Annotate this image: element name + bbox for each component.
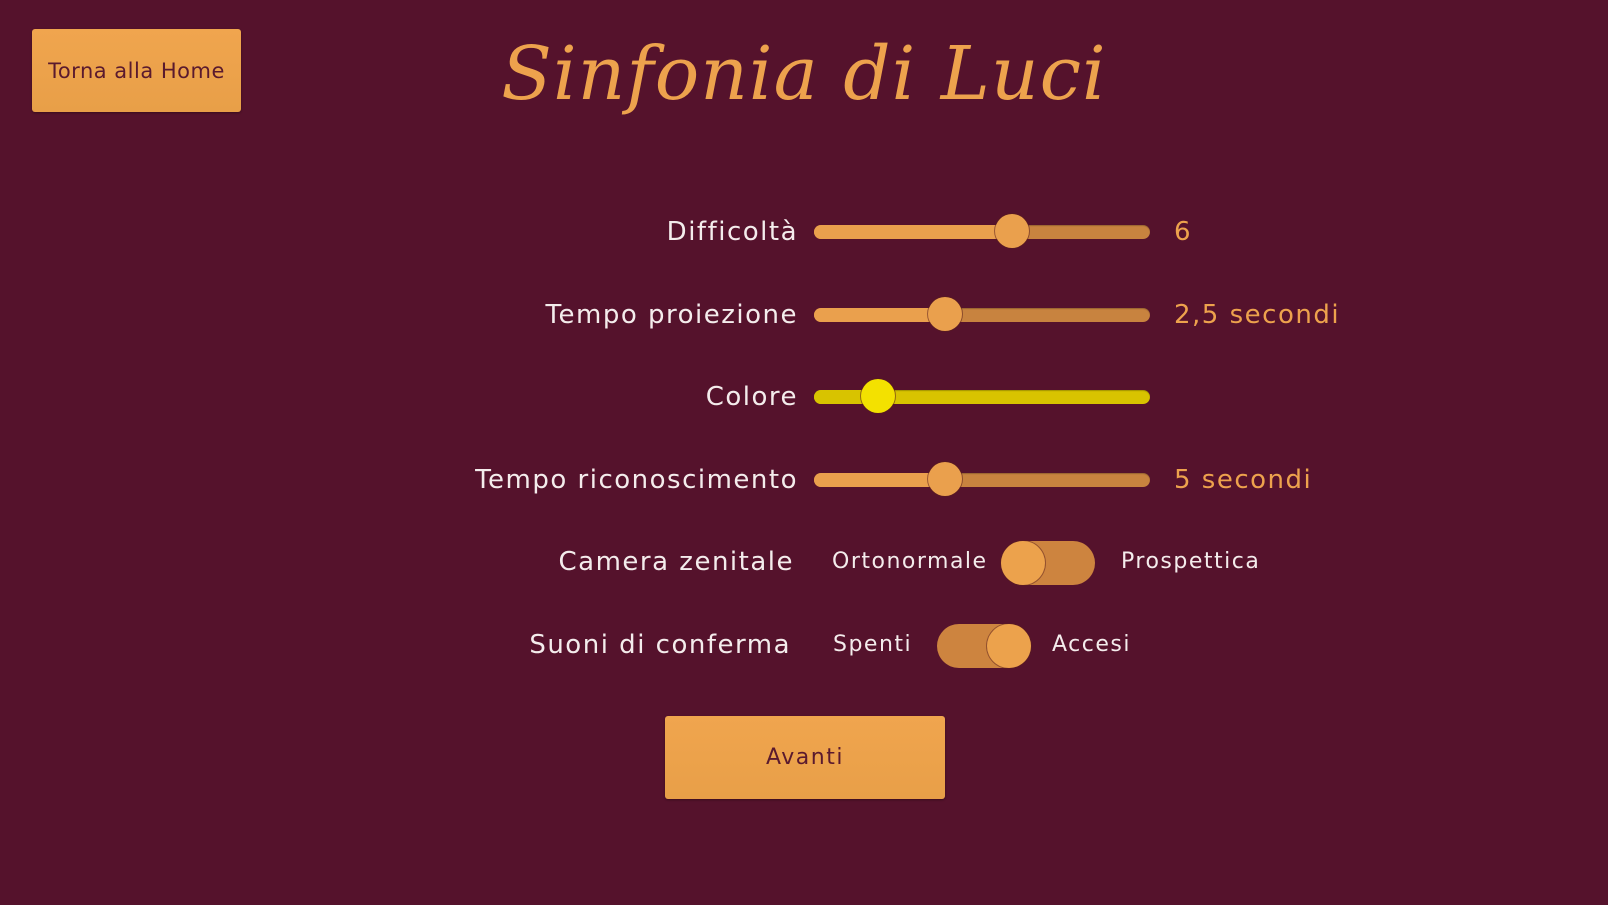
camera-toggle[interactable] — [1001, 541, 1095, 585]
sounds-off-option: Spenti — [833, 632, 913, 657]
difficulty-slider-fill — [814, 225, 1013, 239]
next-button[interactable]: Avanti — [665, 716, 945, 799]
projection-time-value: 2,5 secondi — [1174, 300, 1341, 330]
recognition-time-slider-thumb[interactable] — [928, 462, 963, 496]
recognition-time-slider-fill — [814, 473, 946, 487]
camera-on-option: Prospettica — [1121, 549, 1261, 574]
camera-toggle-knob — [1001, 541, 1045, 585]
recognition-time-label: Tempo riconoscimento — [475, 465, 798, 495]
sounds-label: Suoni di conferma — [529, 630, 791, 660]
page-title: Sinfonia di Luci — [501, 31, 1107, 117]
projection-time-slider-fill — [814, 308, 946, 322]
projection-time-row: Tempo proiezione 2,5 secondi — [0, 290, 1608, 340]
color-row: Colore — [0, 372, 1608, 422]
sounds-row: Suoni di conferma Spenti Accesi — [0, 620, 1608, 670]
sounds-on-option: Accesi — [1052, 632, 1131, 657]
difficulty-value: 6 — [1174, 217, 1193, 247]
sounds-toggle[interactable] — [937, 624, 1031, 668]
recognition-time-slider[interactable] — [814, 462, 1150, 496]
recognition-time-value: 5 secondi — [1174, 465, 1313, 495]
sounds-toggle-knob — [987, 624, 1031, 668]
difficulty-slider-thumb[interactable] — [995, 214, 1030, 248]
camera-off-option: Ortonormale — [832, 549, 988, 574]
camera-row: Camera zenitale Ortonormale Prospettica — [0, 537, 1608, 587]
difficulty-slider[interactable] — [814, 214, 1150, 248]
projection-time-label: Tempo proiezione — [545, 300, 798, 330]
color-label: Colore — [705, 382, 798, 412]
projection-time-slider[interactable] — [814, 297, 1150, 331]
color-slider-thumb[interactable] — [860, 379, 895, 413]
difficulty-label: Difficoltà — [666, 217, 798, 247]
color-slider[interactable] — [814, 379, 1150, 413]
recognition-time-row: Tempo riconoscimento 5 secondi — [0, 455, 1608, 505]
projection-time-slider-thumb[interactable] — [928, 297, 963, 331]
camera-label: Camera zenitale — [558, 547, 794, 577]
difficulty-row: Difficoltà 6 — [0, 207, 1608, 257]
